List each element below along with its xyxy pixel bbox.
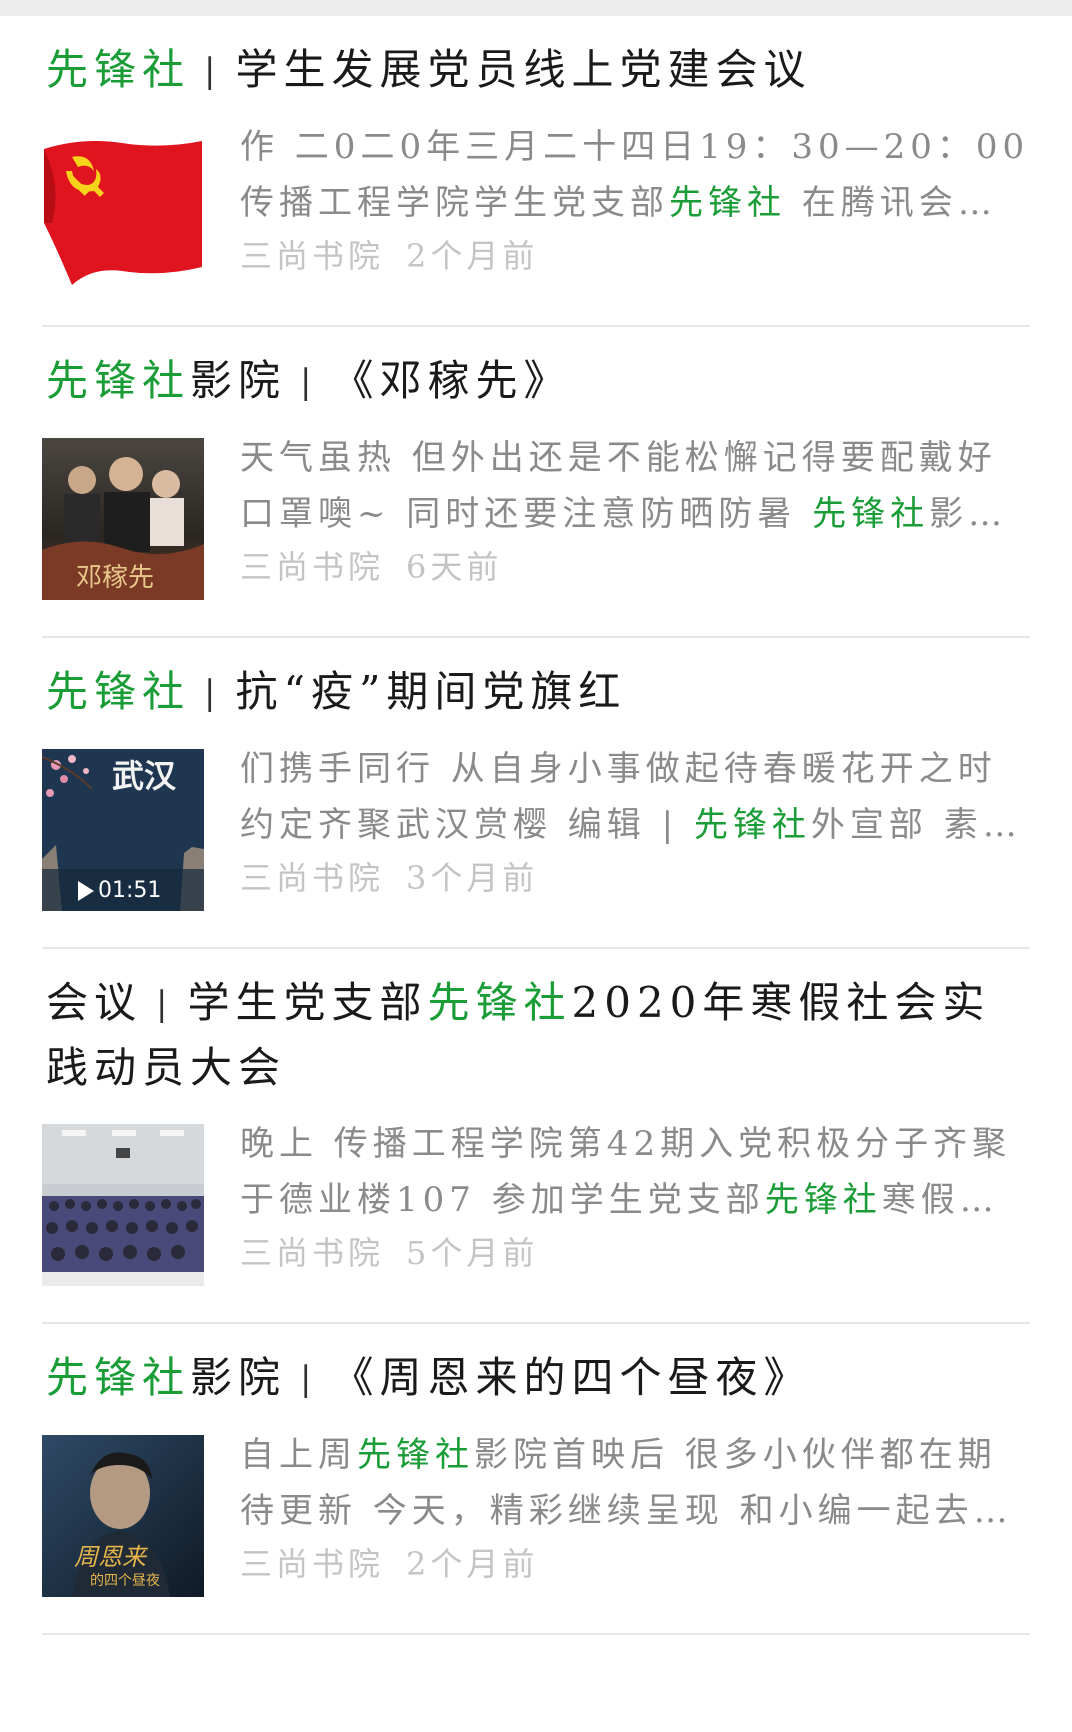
source-name: 三尚书院 (240, 1545, 385, 1583)
result-title[interactable]: 会议 | 学生党支部先锋社2020年寒假社会实践动员大会 (46, 971, 1010, 1100)
title-text: 《周恩来的四个昼夜》 (331, 1353, 812, 1402)
source-name: 三尚书院 (240, 859, 385, 897)
snippet-highlight: 先锋社 (764, 1180, 882, 1220)
title-highlight: 先锋社 (46, 1353, 191, 1402)
result-title[interactable]: 先锋社 | 抗“疫”期间党旗红 (46, 660, 1010, 725)
result-item[interactable]: 先锋社 | 抗“疫”期间党旗红 武汉 01:51 们携手同行 从自身小事做起待春… (0, 638, 1072, 949)
result-snippet: 作 二0二0年三月二十四日19：30—20：00 传播工程学院学生党支部先锋社 … (240, 119, 1030, 231)
snippet-highlight: 先锋社 (812, 494, 930, 534)
portrait-poster-icon[interactable]: 周恩来 的四个昼夜 (42, 1435, 204, 1597)
time-ago: 3个月前 (406, 859, 539, 897)
result-meta: 三尚书院 3个月前 (240, 853, 1030, 903)
play-icon (78, 880, 94, 901)
snippet-text: 外宣部 素… (810, 805, 1022, 845)
title-highlight: 先锋社 (46, 356, 191, 405)
result-snippet: 天气虽热 但外出还是不能松懈记得要配戴好口罩噢~ 同时还要注意防晒防暑 先锋社影… (240, 430, 1030, 542)
divider (42, 1633, 1030, 1635)
title-text: 抗“疫”期间党旗红 (235, 667, 627, 716)
time-ago: 2个月前 (406, 237, 539, 275)
snippet-text: 影… (929, 494, 1008, 534)
snippet-highlight: 先锋社 (669, 183, 786, 223)
title-text: 学生党支部 (187, 978, 428, 1027)
time-ago: 2个月前 (406, 1545, 539, 1583)
source-name: 三尚书院 (240, 548, 385, 586)
title-separator: | (204, 51, 222, 91)
search-results-list: 先锋社 | 学生发展党员线上党建会议 作 二0二0年三月二十四日19：30—20：0… (0, 16, 1072, 1635)
source-name: 三尚书院 (240, 237, 385, 275)
result-meta: 三尚书院 6天前 (240, 542, 1030, 592)
result-snippet: 晚上 传播工程学院第42期入党积极分子齐聚于德业楼107 参加学生党支部先锋社寒… (240, 1116, 1030, 1228)
title-separator: | (300, 1359, 318, 1399)
title-text: 《邓稼先》 (331, 356, 572, 405)
result-item[interactable]: 先锋社影院 | 《邓稼先》 邓稼先 天气虽热 但外出还是不能松懈记得要配戴好口罩… (0, 327, 1072, 638)
title-text: 会议 (46, 978, 143, 1027)
result-meta: 三尚书院 2个月前 (240, 231, 1030, 281)
svg-text:邓稼先: 邓稼先 (76, 563, 154, 593)
result-title[interactable]: 先锋社影院 | 《周恩来的四个昼夜》 (46, 1346, 1010, 1411)
duration-text: 01:51 (98, 878, 162, 903)
result-title[interactable]: 先锋社影院 | 《邓稼先》 (46, 349, 1010, 414)
result-item[interactable]: 先锋社 | 学生发展党员线上党建会议 作 二0二0年三月二十四日19：30—20：0… (0, 16, 1072, 327)
title-separator: | (156, 984, 174, 1024)
title-text: 影院 (190, 356, 287, 405)
result-title[interactable]: 先锋社 | 学生发展党员线上党建会议 (46, 38, 1010, 103)
snippet-highlight: 先锋社 (693, 805, 811, 845)
title-highlight: 先锋社 (46, 667, 191, 716)
movie-poster-icon[interactable]: 邓稼先 (42, 438, 204, 600)
result-item[interactable]: 先锋社影院 | 《周恩来的四个昼夜》 周恩来 的四个昼夜 自上周先锋社影院首映后… (0, 1324, 1072, 1635)
top-strip (0, 0, 1072, 16)
result-meta: 三尚书院 2个月前 (240, 1539, 1030, 1589)
title-separator: | (300, 362, 318, 402)
party-flag-icon[interactable] (42, 127, 204, 289)
title-highlight: 先锋社 (427, 978, 572, 1027)
source-name: 三尚书院 (240, 1234, 385, 1272)
result-snippet: 自上周先锋社影院首映后 很多小伙伴都在期待更新 今天，精彩继续呈现 和小编一起去… (240, 1427, 1030, 1539)
time-ago: 5个月前 (406, 1234, 539, 1272)
title-highlight: 先锋社 (46, 45, 191, 94)
result-meta: 三尚书院 5个月前 (240, 1228, 1030, 1278)
svg-text:的四个昼夜: 的四个昼夜 (90, 1573, 160, 1589)
meeting-photo-icon[interactable] (42, 1124, 204, 1286)
result-item[interactable]: 会议 | 学生党支部先锋社2020年寒假社会实践动员大会 晚上 传播工程学院第4… (0, 949, 1072, 1324)
svg-text:武汉: 武汉 (112, 757, 177, 795)
title-separator: | (204, 673, 222, 713)
title-text: 影院 (190, 1353, 287, 1402)
video-duration: 01:51 (78, 878, 161, 903)
snippet-text: 自上周 (240, 1435, 357, 1475)
snippet-highlight: 先锋社 (357, 1435, 474, 1475)
result-snippet: 们携手同行 从自身小事做起待春暖花开之时约定齐聚武汉赏樱 编辑 | 先锋社外宣部… (240, 741, 1030, 853)
svg-text:周恩来: 周恩来 (74, 1543, 148, 1571)
video-thumbnail-icon[interactable]: 武汉 01:51 (42, 749, 204, 911)
title-text: 学生发展党员线上党建会议 (235, 45, 812, 94)
time-ago: 6天前 (406, 548, 503, 586)
